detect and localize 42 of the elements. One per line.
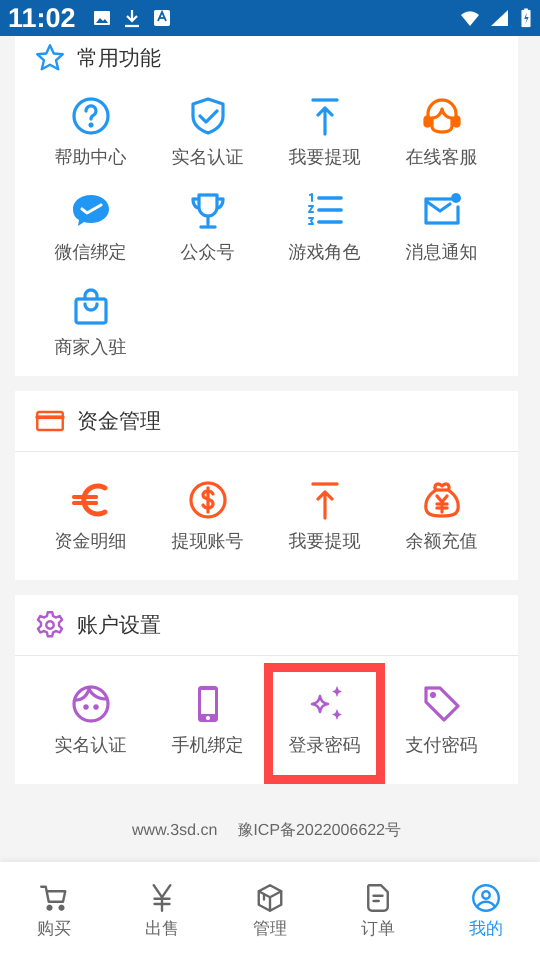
settings-icon xyxy=(35,610,65,640)
menu-item-label[interactable]: 我要提现 xyxy=(288,146,360,168)
cart-icon xyxy=(39,882,69,912)
menu-item-label[interactable]: 帮助中心 xyxy=(54,146,126,168)
signal-icon xyxy=(490,8,510,28)
menu-item-label[interactable]: 登录密码 xyxy=(288,734,360,756)
menu-item-label[interactable]: 余额充值 xyxy=(406,530,478,552)
dollar-icon xyxy=(188,480,228,520)
tag-icon xyxy=(422,684,462,724)
nav-tab[interactable]: 购买 xyxy=(0,862,108,960)
battery-icon xyxy=(520,8,532,28)
license-text: 豫ICP备2022006622号 xyxy=(237,821,402,841)
headset-icon xyxy=(422,96,462,136)
menu-item-label[interactable]: 游戏角色 xyxy=(288,241,360,263)
menu-item-label[interactable]: 公众号 xyxy=(180,241,234,263)
menu-item-label[interactable]: 实名认证 xyxy=(172,146,244,168)
menu-item-label[interactable]: 支付密码 xyxy=(406,734,478,756)
section-title: 账户设置 xyxy=(77,613,161,639)
menu-item-label[interactable]: 微信绑定 xyxy=(54,241,126,263)
image-icon xyxy=(92,8,112,28)
section-title: 资金管理 xyxy=(77,409,161,435)
user-icon xyxy=(471,882,501,912)
menu-item-label[interactable]: 在线客服 xyxy=(406,146,478,168)
box-icon xyxy=(255,882,285,912)
nav-tab[interactable]: 订单 xyxy=(324,862,432,960)
nav-tab[interactable]: 出售 xyxy=(108,862,216,960)
nav-tab[interactable]: 管理 xyxy=(216,862,324,960)
menu-item-label[interactable]: 商家入驻 xyxy=(54,336,126,358)
menu-item-label[interactable]: 提现账号 xyxy=(172,530,244,552)
website-text: www.3sd.cn xyxy=(132,822,218,840)
help-icon xyxy=(70,96,110,136)
status-time: 11:02 xyxy=(8,2,76,34)
menu-item-label[interactable]: 资金明细 xyxy=(54,530,126,552)
money-bag-icon xyxy=(422,480,462,520)
star-icon xyxy=(35,43,65,73)
app-notification-icon xyxy=(152,8,172,28)
menu-item-label[interactable]: 消息通知 xyxy=(406,241,478,263)
menu-item-label[interactable]: 我要提现 xyxy=(288,530,360,552)
section-title: 常用功能 xyxy=(77,46,161,72)
menu-item-label[interactable]: 实名认证 xyxy=(54,734,126,756)
face-icon xyxy=(70,684,110,724)
menu-item-label[interactable]: 手机绑定 xyxy=(172,734,244,756)
